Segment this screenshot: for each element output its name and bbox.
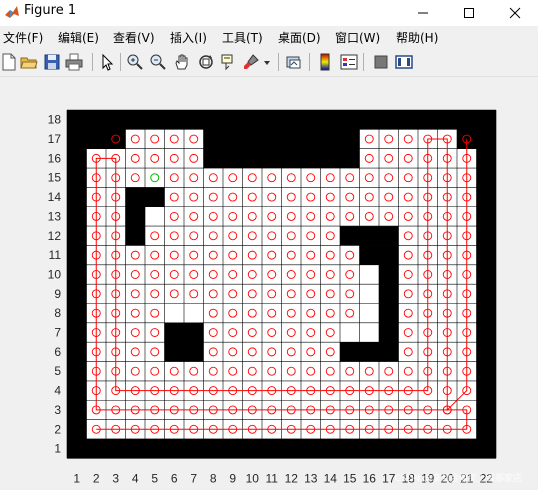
x-tick-label: 5: [151, 471, 158, 485]
x-tick-label: 13: [304, 471, 318, 485]
zoom-in-icon[interactable]: [126, 53, 144, 71]
window-title: Figure 1: [24, 3, 77, 18]
maximize-button[interactable]: [446, 0, 492, 26]
y-tick-label: 15: [48, 171, 62, 185]
matlab-icon: [5, 6, 19, 18]
rotate-3d-icon[interactable]: [197, 53, 215, 71]
y-tick-label: 14: [48, 190, 62, 204]
y-tick-label: 5: [54, 364, 61, 378]
x-tick-label: 9: [229, 471, 236, 485]
x-tick-label: 12: [285, 471, 299, 485]
menu-view[interactable]: 查看(V): [113, 29, 155, 46]
y-tick-label: 12: [48, 229, 62, 243]
menu-help[interactable]: 帮助(H): [396, 29, 438, 46]
save-icon[interactable]: [43, 53, 61, 71]
chevron-down-icon[interactable]: [262, 53, 272, 71]
x-tick-label: 2: [93, 471, 100, 485]
colorbar-icon[interactable]: [316, 53, 334, 71]
x-tick-label: 1: [73, 471, 80, 485]
hide-plot-tools-icon[interactable]: [372, 53, 390, 71]
y-tick-label: 3: [54, 403, 61, 417]
menu-desktop[interactable]: 桌面(D): [278, 29, 321, 46]
y-tick-label: 10: [48, 267, 62, 281]
y-tick-label: 13: [48, 209, 62, 223]
menu-insert[interactable]: 插入(I): [170, 29, 207, 46]
x-tick-label: 10: [246, 471, 260, 485]
x-tick-label: 3: [112, 471, 119, 485]
menu-bar: 文件(F) 编辑(E) 查看(V) 插入(I) 工具(T) 桌面(D) 窗口(W…: [0, 26, 538, 48]
obstacle-cell: [340, 226, 399, 246]
x-tick-label: 11: [266, 471, 279, 485]
figure-canvas: 1 2 3 4 5 6 7 8 9 10 11 12 13 14 15 16 17 18 19 20 21 22 1 2 3 4 5…: [0, 77, 538, 490]
y-tick-label: 8: [54, 306, 61, 320]
show-plot-tools-icon[interactable]: [395, 53, 413, 71]
x-tick-label: 15: [343, 471, 357, 485]
watermark: CSDN @拿到金像奖上课那家店: [394, 474, 522, 484]
x-tick-label: 8: [210, 471, 217, 485]
x-tick-label: 14: [324, 471, 338, 485]
y-tick-label: 2: [54, 422, 61, 436]
x-tick-label: 4: [132, 471, 139, 485]
y-tick-label: 18: [48, 113, 62, 127]
close-icon: [509, 7, 521, 19]
y-tick-label: 1: [54, 442, 61, 456]
minimize-icon: [418, 12, 428, 14]
link-plot-icon[interactable]: [285, 53, 303, 71]
data-cursor-icon[interactable]: [220, 53, 238, 71]
toolbar: [0, 48, 538, 77]
y-tick-label: 7: [54, 326, 61, 340]
new-figure-icon[interactable]: [0, 53, 18, 71]
y-tick-label: 17: [48, 132, 62, 146]
close-button[interactable]: [492, 0, 538, 26]
pan-icon[interactable]: [173, 53, 191, 71]
obstacle-cell: [145, 187, 165, 207]
minimize-button[interactable]: [400, 0, 446, 26]
obstacle-cell: [125, 187, 145, 246]
print-icon[interactable]: [65, 53, 83, 71]
obstacle-cell: [359, 245, 379, 265]
zoom-out-icon[interactable]: [149, 53, 167, 71]
y-tick-label: 11: [49, 248, 62, 262]
toolbar-separator: [363, 53, 364, 71]
x-tick-label: 16: [363, 471, 377, 485]
brush-icon[interactable]: [242, 53, 260, 71]
maze-path-plot: 1 2 3 4 5 6 7 8 9 10 11 12 13 14 15 16 17 18 19 20 21 2212345…: [48, 109, 497, 485]
menu-edit[interactable]: 编辑(E): [58, 29, 99, 46]
y-tick-label: 16: [48, 151, 62, 165]
toolbar-separator: [278, 53, 279, 71]
menu-tools[interactable]: 工具(T): [222, 29, 263, 46]
toolbar-separator: [120, 53, 121, 71]
y-tick-label: 9: [54, 287, 61, 301]
obstacle-cell: [340, 342, 360, 362]
toolbar-separator: [309, 53, 310, 71]
x-tick-label: 6: [171, 471, 178, 485]
maximize-icon: [464, 8, 474, 18]
menu-window[interactable]: 窗口(W): [335, 29, 380, 46]
legend-icon[interactable]: [340, 53, 358, 71]
menu-file[interactable]: 文件(F): [3, 29, 43, 46]
open-icon[interactable]: [20, 53, 38, 71]
obstacle-cell: [379, 245, 399, 343]
y-tick-label: 6: [54, 345, 61, 359]
toolbar-separator: [92, 53, 93, 71]
x-tick-label: 7: [190, 471, 197, 485]
title-bar: Figure 1: [0, 0, 538, 26]
select-icon[interactable]: [98, 53, 116, 71]
y-tick-label: 4: [54, 384, 61, 398]
